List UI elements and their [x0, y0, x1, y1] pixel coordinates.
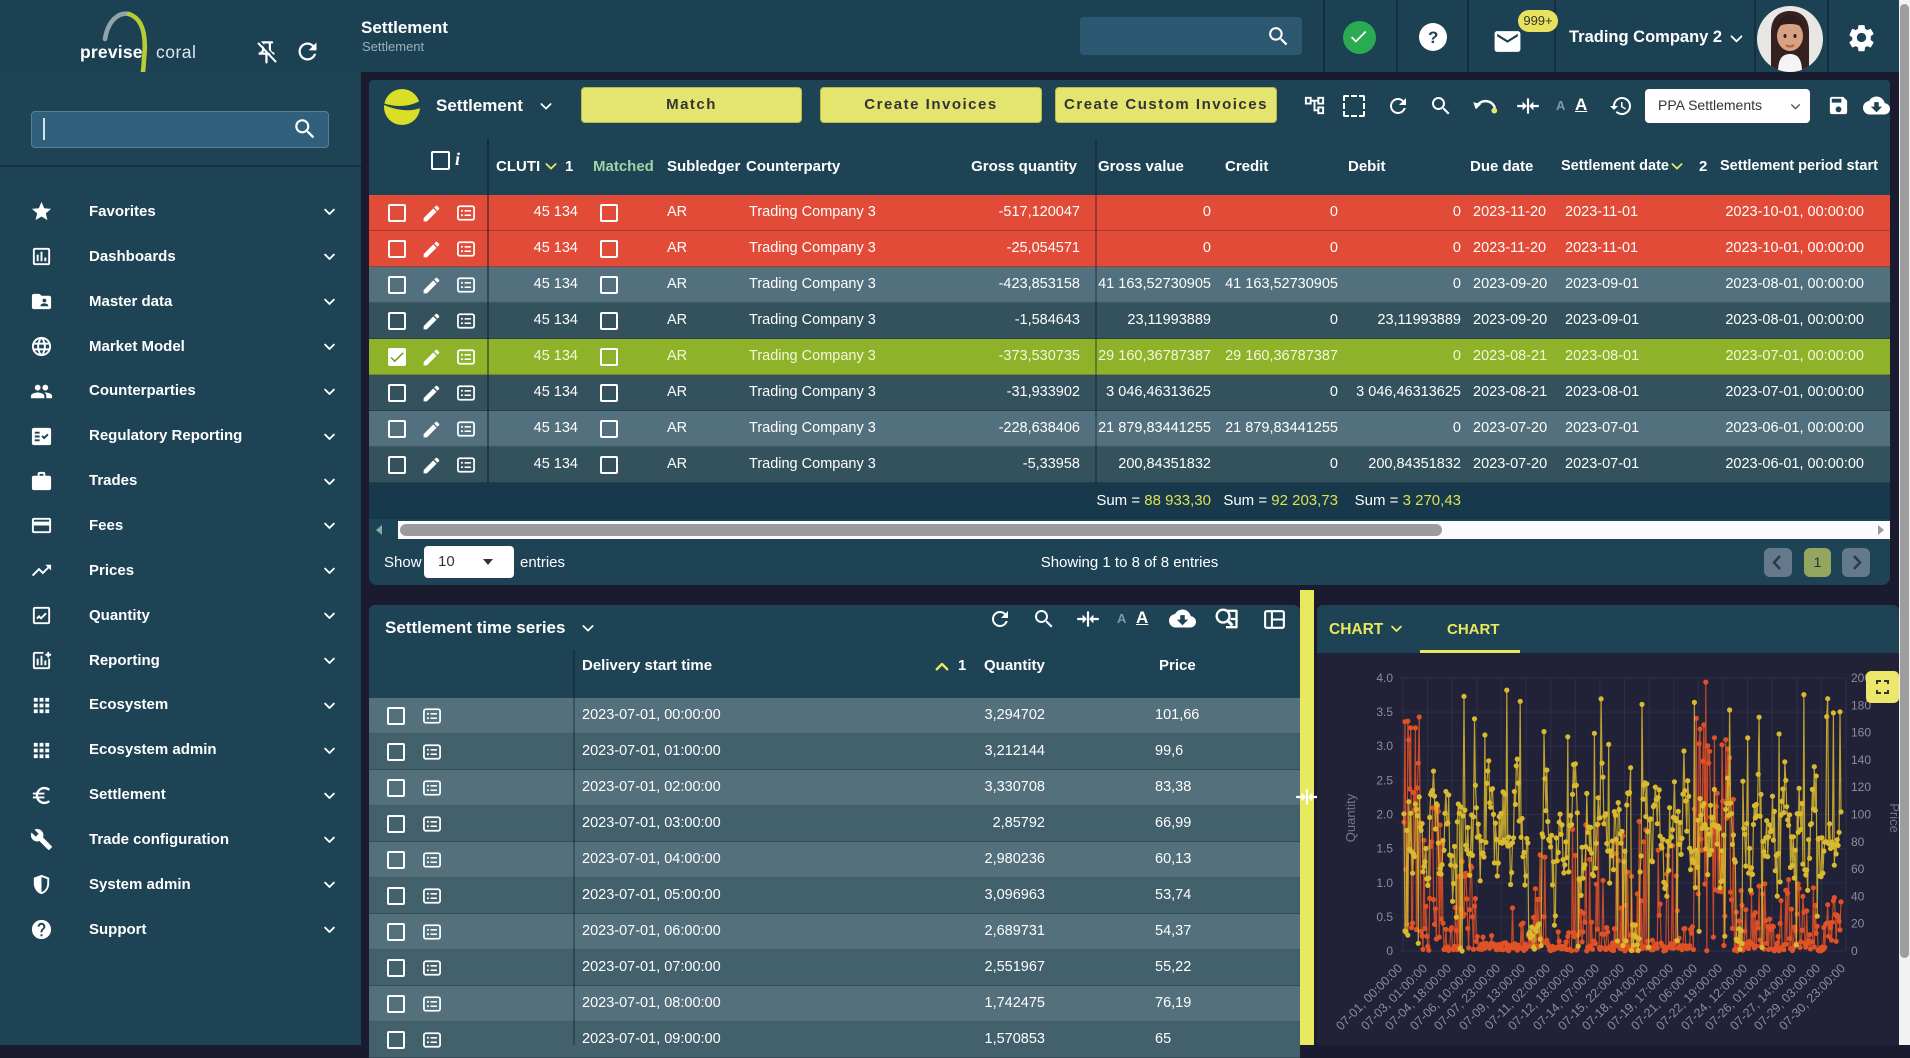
svg-text:100: 100: [1851, 808, 1871, 822]
svg-text:0.5: 0.5: [1376, 910, 1393, 924]
svg-text:140: 140: [1851, 753, 1871, 767]
svg-text:4.0: 4.0: [1376, 671, 1393, 685]
svg-text:160: 160: [1851, 726, 1871, 740]
svg-text:1.0: 1.0: [1376, 876, 1393, 890]
svg-text:1.5: 1.5: [1376, 842, 1393, 856]
svg-text:Quantity: Quantity: [1343, 793, 1358, 842]
svg-text:3.5: 3.5: [1376, 705, 1393, 719]
svg-text:20: 20: [1851, 917, 1865, 931]
svg-text:Price: Price: [1887, 803, 1899, 833]
svg-text:3.0: 3.0: [1376, 739, 1393, 753]
svg-text:120: 120: [1851, 780, 1871, 794]
svg-text:60: 60: [1851, 862, 1865, 876]
svg-text:0: 0: [1851, 944, 1858, 958]
svg-text:40: 40: [1851, 889, 1865, 903]
svg-text:2.5: 2.5: [1376, 773, 1393, 787]
svg-text:2.0: 2.0: [1376, 808, 1393, 822]
svg-text:0: 0: [1386, 944, 1393, 958]
svg-text:80: 80: [1851, 835, 1865, 849]
